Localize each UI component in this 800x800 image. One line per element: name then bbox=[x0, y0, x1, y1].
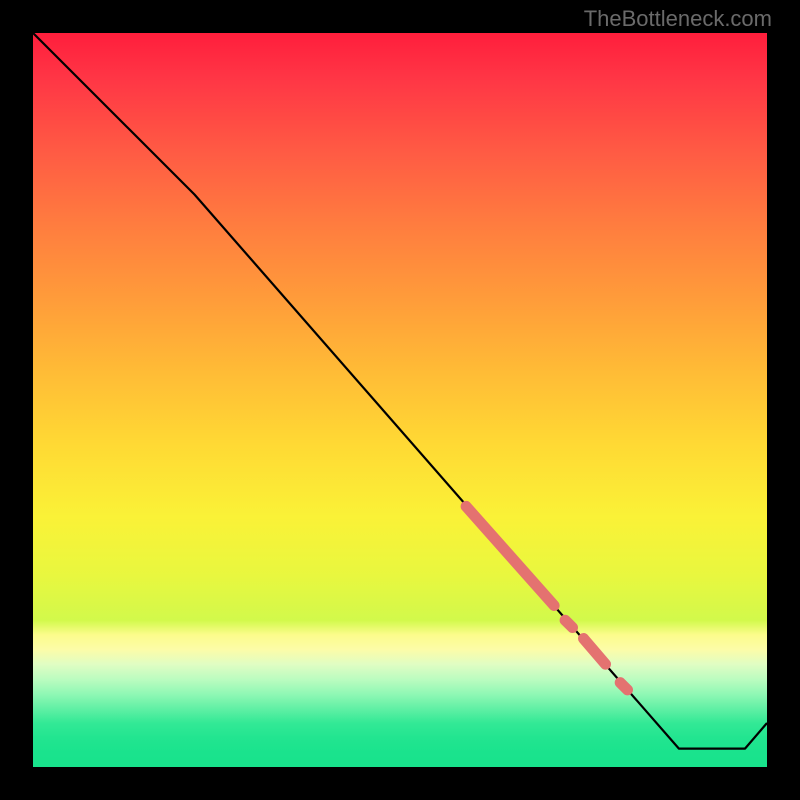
chart-background bbox=[33, 33, 767, 767]
watermark-text: TheBottleneck.com bbox=[584, 6, 772, 32]
